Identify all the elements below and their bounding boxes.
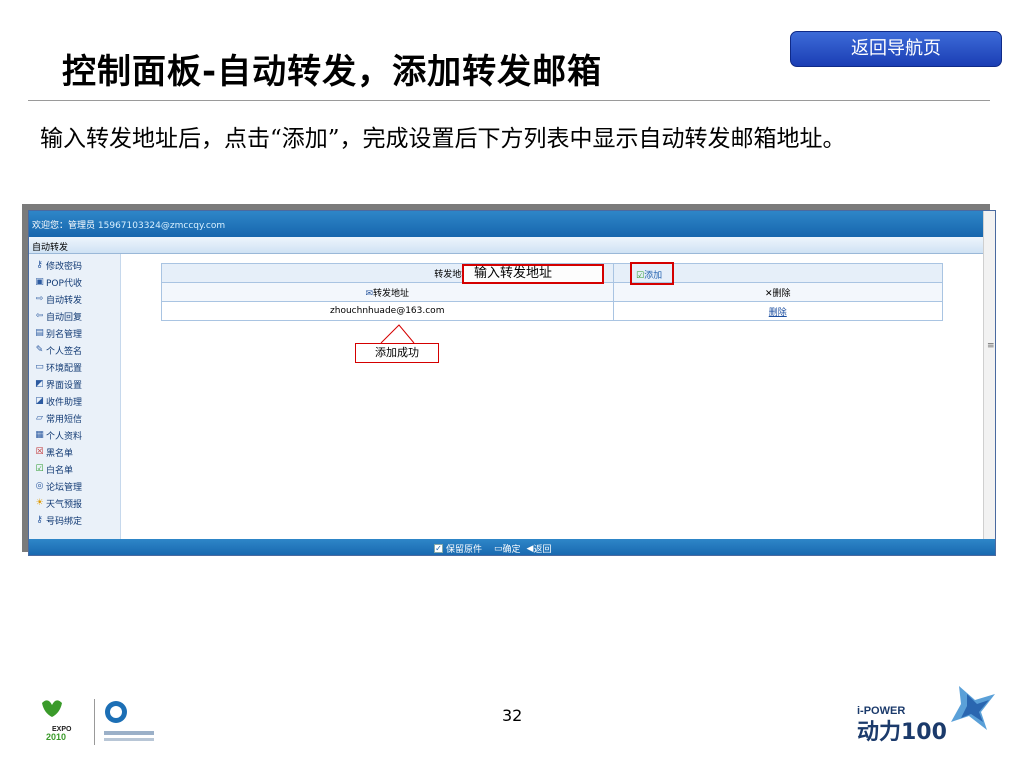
back-button[interactable]: 返回 [533,542,551,555]
instruction-text: 输入转发地址后，点击“添加”，完成设置后下方列表中显示自动转发邮箱地址。 [40,126,846,152]
confirm-icon: ▭ [494,543,503,554]
scroll-grip-icon: ≡ [987,341,995,351]
footer-actions: ✓ 保留原件 ▭ 确定 ◀ 返回 [434,542,551,555]
i-power-logo: i-POWER 动力100 [857,686,995,745]
china-mobile-wordmark [104,731,154,735]
expo-emblem-shape [42,700,62,717]
page-number: 32 [502,706,523,725]
keep-original-checkbox[interactable]: ✓ [434,544,443,553]
callout-pointer-line [380,324,415,344]
callout-pointer [380,324,415,344]
i-power-text: i-POWER [857,705,905,717]
mail-app-window: 欢迎您：管理员 15967103324@zmccqy.com 自动转发 ⚷ 修改密… [28,210,996,556]
back-to-navigation-button[interactable]: 返回导航页 [790,31,1002,67]
app-footer-bar: ✓ 保留原件 ▭ 确定 ◀ 返回 [29,539,995,555]
expo-china-mobile-logo: EXPO 2010 [42,699,154,745]
china-mobile-wordmark-en [104,738,154,741]
keep-original-label: 保留原件 [446,545,483,555]
vertical-scrollbar[interactable]: ≡ [983,211,995,539]
expo-year-text: 2010 [46,732,66,742]
back-arrow-icon: ◀ [526,543,534,554]
title-divider [28,100,990,101]
confirm-button[interactable]: 确定 [503,542,521,555]
slide-title: 控制面板-自动转发，添加转发邮箱 [62,52,603,92]
mail-settings-screenshot: 欢迎您：管理员 15967103324@zmccqy.com 自动转发 ⚷ 修改密… [22,204,998,556]
success-callout: 添加成功 [355,343,439,363]
logo-divider [94,699,95,745]
power-brand-text: 动力100 [857,720,947,745]
china-mobile-emblem-inner [110,706,122,718]
